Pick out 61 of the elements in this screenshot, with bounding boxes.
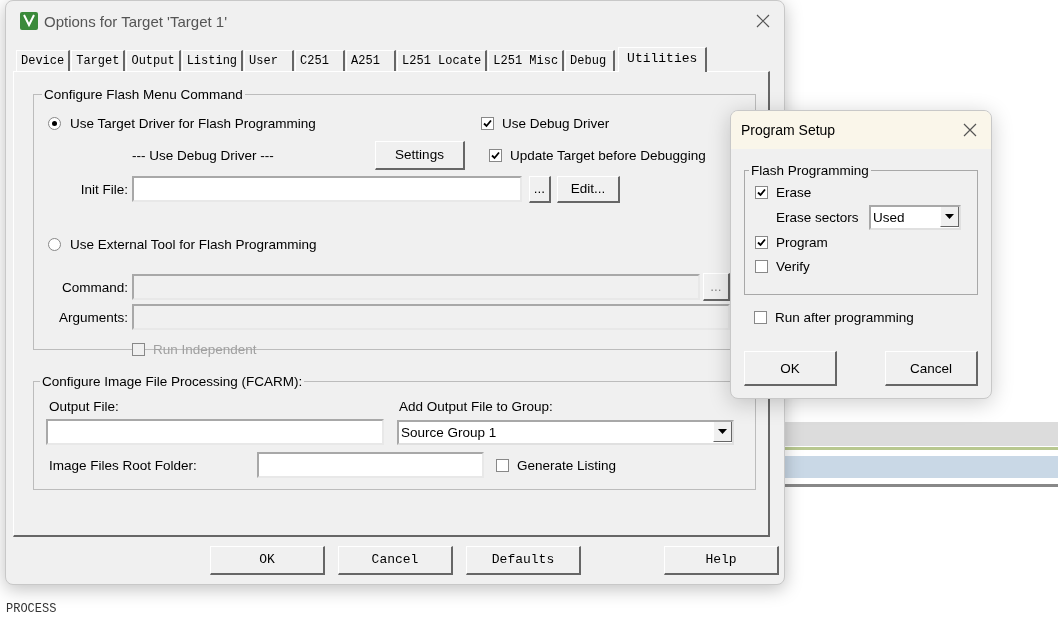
radio-label: Use External Tool for Flash Programming bbox=[70, 236, 317, 252]
input-field[interactable] bbox=[132, 176, 522, 202]
checkbox[interactable] bbox=[754, 310, 767, 324]
radio-button[interactable] bbox=[48, 237, 61, 251]
settings-button[interactable]: Settings bbox=[375, 140, 465, 170]
tab[interactable]: L251 Locate bbox=[397, 50, 488, 71]
dialog-button[interactable]: OK bbox=[744, 351, 837, 386]
checkbox[interactable] bbox=[755, 185, 768, 199]
tab[interactable]: Utilities bbox=[618, 47, 708, 72]
checkbox-label: Program bbox=[776, 234, 828, 250]
checkbox-label: Verify bbox=[776, 258, 810, 274]
tab[interactable]: L251 Misc bbox=[488, 50, 565, 71]
tab[interactable]: C251 bbox=[295, 50, 346, 71]
browse-button[interactable]: ... bbox=[529, 175, 551, 203]
tab[interactable]: Listing bbox=[181, 50, 244, 71]
dialog-button[interactable]: Cancel bbox=[885, 351, 978, 386]
input-field[interactable] bbox=[46, 419, 384, 445]
dialog-button[interactable]: OK bbox=[210, 545, 325, 575]
app-icon bbox=[20, 12, 38, 30]
checkbox-label: Run after programming bbox=[775, 309, 914, 325]
checkbox[interactable] bbox=[489, 148, 502, 162]
editor-text: PROCESS bbox=[6, 602, 57, 616]
checkbox-label: Run Independent bbox=[153, 341, 257, 357]
input-field[interactable] bbox=[257, 452, 484, 478]
field-label: Init File: bbox=[79, 181, 129, 197]
tab[interactable]: Device bbox=[16, 50, 71, 71]
field-label: Image Files Root Folder: bbox=[48, 457, 198, 473]
field-label: Output File: bbox=[48, 398, 120, 414]
close-icon[interactable] bbox=[756, 14, 770, 28]
checkbox[interactable] bbox=[481, 116, 494, 130]
tab[interactable]: Target bbox=[71, 50, 126, 71]
driver-label: --- Use Debug Driver --- bbox=[132, 147, 275, 163]
radio-label: Use Target Driver for Flash Programming bbox=[70, 115, 317, 131]
group-title: Configure Image File Processing (FCARM): bbox=[41, 374, 304, 389]
dialog-button[interactable]: Help bbox=[664, 545, 779, 575]
tab[interactable]: User bbox=[244, 50, 295, 71]
dropdown[interactable]: Source Group 1 bbox=[397, 419, 734, 445]
edit-button[interactable]: Edit... bbox=[557, 175, 620, 203]
dialog-button[interactable]: Defaults bbox=[466, 545, 581, 575]
radio-button[interactable] bbox=[48, 116, 61, 130]
dialog-button[interactable]: Cancel bbox=[338, 545, 453, 575]
checkbox[interactable] bbox=[755, 259, 768, 273]
checkbox-label: Use Debug Driver bbox=[502, 115, 610, 131]
tab[interactable]: A251 bbox=[346, 50, 397, 71]
checkbox-label: Update Target before Debugging bbox=[510, 147, 706, 163]
checkbox-label: Erase bbox=[776, 184, 812, 200]
dialog-title: Program Setup bbox=[741, 122, 837, 138]
field-label: Arguments: bbox=[57, 309, 129, 325]
checkbox-label: Generate Listing bbox=[517, 457, 617, 473]
field-label: Erase sectors bbox=[775, 209, 860, 225]
checkbox[interactable] bbox=[755, 235, 768, 249]
field-label: Add Output File to Group: bbox=[399, 398, 553, 414]
tab[interactable]: Debug bbox=[565, 50, 616, 71]
field-label: Command: bbox=[60, 279, 129, 295]
dropdown[interactable]: Used bbox=[869, 204, 961, 230]
window-title: Options for Target 'Target 1' bbox=[44, 12, 229, 30]
group-title: Flash Programming bbox=[750, 163, 870, 178]
close-icon[interactable] bbox=[963, 123, 977, 137]
tab[interactable]: Output bbox=[126, 50, 181, 71]
checkbox[interactable] bbox=[496, 458, 509, 472]
group-title: Configure Flash Menu Command bbox=[43, 87, 244, 102]
